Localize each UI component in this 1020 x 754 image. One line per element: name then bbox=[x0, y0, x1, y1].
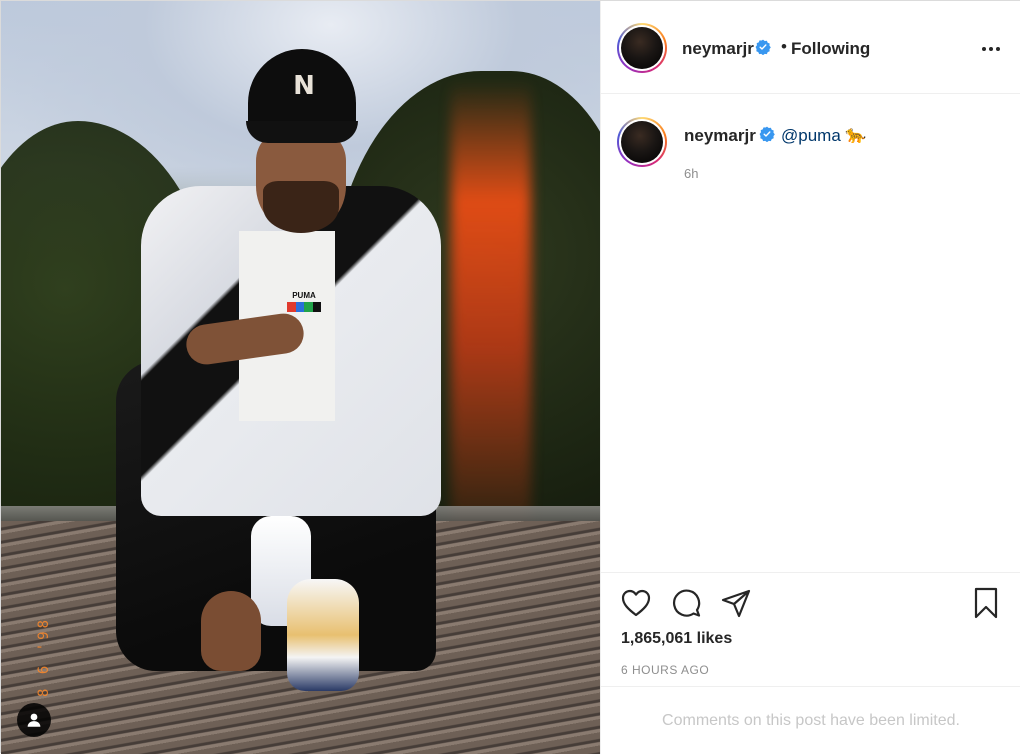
verified-badge-icon bbox=[755, 39, 771, 58]
stripe-green bbox=[304, 302, 313, 312]
caption-avatar[interactable] bbox=[617, 117, 667, 167]
comments-limited-text: Comments on this post have been limited. bbox=[662, 711, 960, 729]
avatar-image bbox=[621, 121, 663, 163]
caption-time[interactable]: 6h bbox=[684, 166, 698, 181]
person-hand bbox=[201, 591, 261, 671]
user-tag-glyph bbox=[27, 713, 41, 727]
cap-logo: N bbox=[293, 71, 315, 101]
post-timestamp[interactable]: 6 HOURS AGO bbox=[621, 663, 709, 677]
heart-icon[interactable] bbox=[619, 586, 653, 620]
user-tag-icon[interactable] bbox=[17, 703, 51, 737]
header-separator: • bbox=[781, 37, 787, 56]
verified-badge-icon bbox=[759, 126, 775, 145]
photo-person: PUMA N bbox=[1, 1, 600, 754]
bookmark-icon[interactable] bbox=[969, 586, 1003, 620]
person-beard bbox=[263, 181, 339, 233]
comments-limited-notice: Comments on this post have been limited. bbox=[601, 686, 1020, 754]
following-button[interactable]: Following bbox=[791, 39, 870, 59]
caption-username[interactable]: neymarjr bbox=[684, 126, 756, 146]
tshirt-logo-text: PUMA bbox=[292, 291, 316, 300]
header-avatar[interactable] bbox=[617, 23, 667, 73]
more-options-icon[interactable] bbox=[979, 37, 1003, 61]
person-shoe-right bbox=[287, 579, 359, 691]
post-photo[interactable]: PUMA N 8 6 '98 bbox=[1, 1, 600, 754]
person-cap-brim bbox=[246, 121, 358, 143]
header-username[interactable]: neymarjr bbox=[682, 39, 754, 59]
caption-mention-link[interactable]: @puma bbox=[781, 126, 841, 146]
stripe-red bbox=[287, 302, 296, 312]
caption-emoji: 🐆 bbox=[845, 125, 867, 144]
post-header: neymarjr • Following bbox=[601, 1, 1020, 94]
likes-count[interactable]: 1,865,061 likes bbox=[621, 630, 732, 648]
avatar-image bbox=[621, 27, 663, 69]
stripe-blue bbox=[295, 302, 304, 312]
share-icon[interactable] bbox=[719, 586, 753, 620]
comment-icon[interactable] bbox=[669, 586, 703, 620]
tshirt-logo-stripes bbox=[287, 302, 321, 312]
stripe-black bbox=[312, 302, 321, 312]
post-dialog: PUMA N 8 6 '98 neymarjr • Following neym… bbox=[0, 0, 1020, 754]
post-caption bbox=[601, 94, 1020, 572]
photo-date-stamp: 8 6 '98 bbox=[36, 616, 52, 697]
post-sidebar: neymarjr • Following neymarjr @puma 🐆 6h… bbox=[600, 1, 1020, 754]
